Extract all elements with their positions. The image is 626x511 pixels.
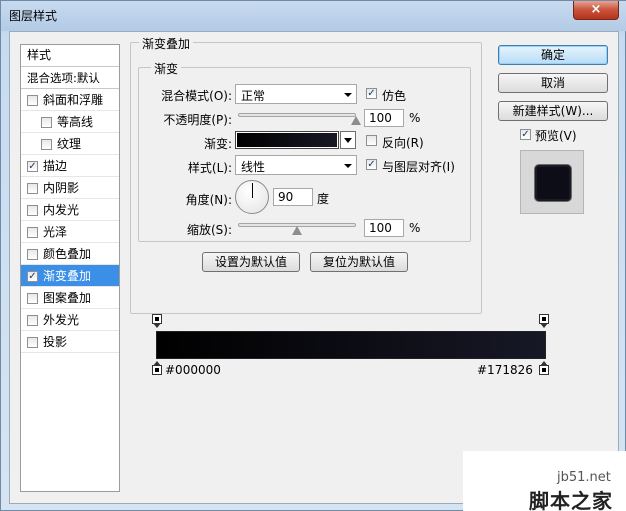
style-item-checkbox[interactable]: ✓ (27, 271, 38, 282)
dither-label: 仿色 (382, 89, 407, 103)
angle-label: 角度(N): (185, 193, 232, 207)
align-with-layer-label: 与图层对齐(I) (382, 160, 455, 174)
window-title: 图层样式 (9, 9, 58, 23)
style-item-checkbox[interactable] (41, 139, 52, 150)
chevron-down-icon (344, 164, 352, 168)
title-bar[interactable]: 图层样式 × (1, 1, 626, 31)
style-item-checkbox[interactable] (27, 95, 38, 106)
style-list-item[interactable]: 纹理 (21, 133, 119, 155)
opacity-stop-right-pointer (540, 323, 548, 328)
blend-mode-label: 混合模式(O): (161, 89, 232, 103)
left-color-hex: #000000 (165, 363, 221, 377)
scale-percent-unit: % (409, 221, 421, 235)
angle-dial-indicator (252, 183, 253, 198)
opacity-percent-unit: % (409, 111, 421, 125)
style-item-checkbox[interactable] (27, 227, 38, 238)
angle-input[interactable]: 90 (273, 188, 313, 206)
color-stop-right[interactable] (539, 361, 549, 375)
style-item-label: 颜色叠加 (43, 247, 92, 261)
style-item-checkbox[interactable] (27, 315, 38, 326)
style-list-item[interactable]: 内发光 (21, 199, 119, 221)
scale-slider-thumb[interactable] (292, 226, 302, 235)
style-item-label: 投影 (43, 335, 68, 349)
style-item-checkbox[interactable] (27, 249, 38, 260)
close-button[interactable]: × (573, 1, 619, 20)
color-stop-left[interactable] (152, 361, 162, 375)
style-list-item[interactable]: 光泽 (21, 221, 119, 243)
ok-button[interactable]: 确定 (498, 45, 608, 65)
align-with-layer-checkbox[interactable]: ✓ (366, 159, 377, 170)
style-item-label: 渐变叠加 (43, 269, 92, 283)
style-item-label: 等高线 (57, 115, 94, 129)
layer-style-dialog: 图层样式 × 样式 混合选项:默认 斜面和浮雕等高线纹理 ✓ 描边内阴影内发光光泽颜… (0, 0, 626, 511)
style-item-checkbox[interactable]: ✓ (27, 161, 38, 172)
style-item-label: 纹理 (57, 137, 82, 151)
angle-dial[interactable] (235, 180, 269, 214)
angle-unit: 度 (317, 192, 330, 206)
style-list-item[interactable]: ✓ 描边 (21, 155, 119, 177)
opacity-stop-left[interactable] (152, 314, 162, 328)
gradient-style-select[interactable]: 线性 (235, 155, 357, 175)
watermark-logo-text: 脚本之家 (529, 489, 613, 511)
opacity-label: 不透明度(P): (163, 113, 232, 127)
blend-mode-select[interactable]: 正常 (235, 84, 357, 104)
style-label: 样式(L): (187, 161, 232, 175)
style-list-item[interactable]: 颜色叠加 (21, 243, 119, 265)
gradient-preview-bar[interactable] (156, 331, 546, 359)
gradient-overlay-title: 渐变叠加 (139, 35, 194, 52)
style-list-item[interactable]: 内阴影 (21, 177, 119, 199)
style-item-checkbox[interactable] (27, 293, 38, 304)
watermark-url: jb51.net (557, 470, 611, 485)
color-stop-right-cap (539, 365, 549, 375)
gradient-style-value: 线性 (241, 160, 266, 174)
style-list: 样式 混合选项:默认 斜面和浮雕等高线纹理 ✓ 描边内阴影内发光光泽颜色叠加 ✓ 渐变叠… (20, 44, 120, 492)
style-item-label: 光泽 (43, 225, 68, 239)
style-item-label: 内阴影 (43, 181, 80, 195)
style-list-item[interactable]: ✓ 渐变叠加 (21, 265, 119, 287)
cancel-button[interactable]: 取消 (498, 73, 608, 93)
opacity-input[interactable]: 100 (364, 109, 404, 127)
reverse-checkbox[interactable] (366, 135, 377, 146)
opacity-slider[interactable] (238, 113, 356, 117)
style-item-checkbox[interactable] (27, 183, 38, 194)
style-list-header[interactable]: 样式 (21, 45, 119, 67)
style-item-label: 外发光 (43, 313, 80, 327)
color-stop-left-cap (152, 365, 162, 375)
preview-checkbox[interactable]: ✓ (520, 129, 531, 140)
right-color-hex: #171826 (477, 363, 533, 377)
blend-options-item[interactable]: 混合选项:默认 (21, 67, 119, 89)
opacity-stop-left-pointer (153, 323, 161, 328)
preview-label: 预览(V) (535, 129, 577, 143)
style-item-label: 图案叠加 (43, 291, 92, 305)
gradient-label: 渐变: (203, 137, 232, 151)
style-list-item[interactable]: 投影 (21, 331, 119, 353)
dialog-client: 样式 混合选项:默认 斜面和浮雕等高线纹理 ✓ 描边内阴影内发光光泽颜色叠加 ✓ 渐变叠… (9, 31, 619, 504)
dither-checkbox[interactable]: ✓ (366, 88, 377, 99)
gradient-swatch[interactable] (235, 131, 339, 149)
reset-default-button[interactable]: 复位为默认值 (310, 252, 408, 272)
style-list-item[interactable]: 外发光 (21, 309, 119, 331)
style-list-item[interactable]: 图案叠加 (21, 287, 119, 309)
style-item-checkbox[interactable] (27, 337, 38, 348)
style-item-checkbox[interactable] (27, 205, 38, 216)
scale-label: 缩放(S): (186, 223, 232, 237)
opacity-stop-right[interactable] (539, 314, 549, 328)
reverse-label: 反向(R) (382, 136, 424, 150)
chevron-down-icon (344, 93, 352, 97)
style-item-label: 斜面和浮雕 (43, 93, 104, 107)
style-preview (520, 150, 584, 214)
new-style-button[interactable]: 新建样式(W)... (498, 101, 608, 121)
scale-input[interactable]: 100 (364, 219, 404, 237)
style-list-item[interactable]: 等高线 (21, 111, 119, 133)
opacity-slider-thumb[interactable] (351, 116, 361, 125)
style-item-checkbox[interactable] (41, 117, 52, 128)
make-default-button[interactable]: 设置为默认值 (202, 252, 300, 272)
preview-swatch (535, 165, 571, 201)
gradient-picker-button[interactable] (340, 131, 356, 149)
blend-mode-value: 正常 (241, 89, 266, 103)
gradient-inner-title: 渐变 (151, 60, 182, 77)
style-item-label: 内发光 (43, 203, 80, 217)
style-item-label: 描边 (43, 159, 68, 173)
style-list-item[interactable]: 斜面和浮雕 (21, 89, 119, 111)
